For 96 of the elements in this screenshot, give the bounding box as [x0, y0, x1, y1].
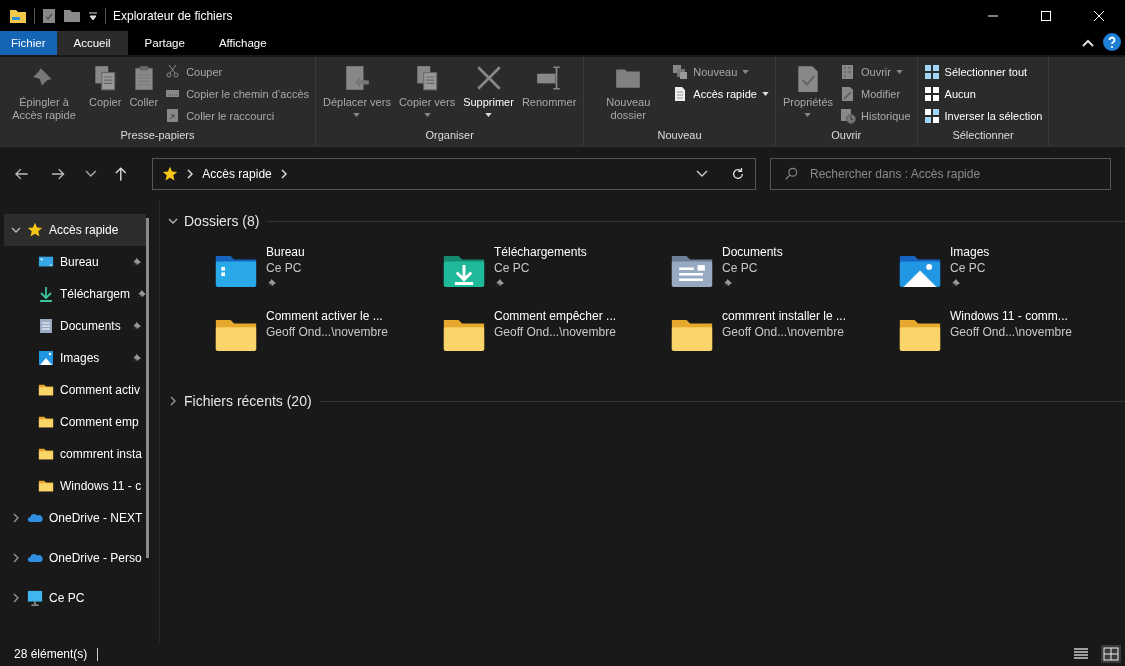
folder-name[interactable]: Images	[950, 244, 990, 260]
help-icon[interactable]	[1103, 32, 1121, 51]
up-icon[interactable]	[112, 165, 129, 182]
monitor-icon	[27, 590, 43, 606]
chevron-icon[interactable]	[280, 168, 287, 179]
pictures-folder-icon	[898, 254, 942, 289]
tree-item[interactable]: OneDrive - Perso	[4, 542, 146, 574]
tree-item[interactable]: Windows 11 - c	[4, 470, 146, 502]
breadcrumb-item[interactable]: Accès rapide	[202, 166, 272, 181]
ribbon-button[interactable]: Accès rapide	[670, 85, 771, 103]
chevron-right-icon[interactable]	[11, 513, 21, 523]
tiles-view-icon[interactable]	[1101, 645, 1121, 663]
folder-name[interactable]: commrent installer le ...	[722, 308, 847, 324]
folder-name[interactable]: Bureau	[266, 244, 305, 260]
group-label: Nouveau	[656, 128, 703, 143]
star-icon	[27, 222, 43, 238]
chevron-down-icon[interactable]	[168, 216, 178, 226]
folder-name[interactable]: Comment empêcher ...	[494, 308, 617, 324]
folder-icon[interactable]	[63, 8, 81, 23]
folder-location: Geoff Ond...\novembre	[494, 324, 616, 340]
section-header[interactable]: Fichiers récents (20)	[168, 393, 312, 409]
star-icon	[162, 165, 179, 182]
file-menu-tab[interactable]: Fichier	[0, 31, 57, 55]
dropdown-icon[interactable]	[88, 10, 98, 21]
chevron-right-icon[interactable]	[11, 553, 21, 563]
group-label: Sélectionner	[951, 128, 1015, 143]
search-field[interactable]: Rechercher dans : Accès rapide	[770, 157, 1111, 190]
collapse-icon[interactable]	[1082, 39, 1094, 47]
ribbon-button[interactable]: Inverser la sélection	[921, 107, 1045, 125]
item-count: 28 élément(s)	[14, 647, 88, 661]
chevron-down-icon[interactable]	[11, 225, 21, 235]
tree-item[interactable]: commrent insta	[4, 438, 146, 470]
tree-item[interactable]: Accès rapide	[4, 214, 146, 246]
folder-name[interactable]: Téléchargements	[494, 244, 587, 260]
ribbon-tab[interactable]: Partage	[127, 31, 202, 55]
scrollbar[interactable]	[146, 218, 149, 558]
folder-name[interactable]: Windows 11 - comm...	[950, 308, 1068, 324]
tree-item[interactable]: Images	[4, 342, 146, 374]
desktop-folder-icon	[214, 254, 258, 289]
grid-icon	[923, 108, 940, 124]
ribbon-button[interactable]: Supprimer	[460, 62, 517, 127]
folder-icon	[38, 414, 54, 430]
chevron-right-icon[interactable]	[11, 593, 21, 603]
documents-folder-icon	[670, 254, 714, 289]
folder-location: Geoff Ond...\novembre	[950, 324, 1072, 340]
scissors-icon	[165, 64, 182, 80]
folder-icon	[38, 446, 54, 462]
grid-icon	[923, 86, 940, 102]
maximize-icon[interactable]	[1040, 9, 1052, 22]
download-folder-icon	[442, 254, 486, 289]
folder-icon	[898, 318, 942, 353]
folder-location: Ce PC	[950, 260, 986, 276]
tree-item[interactable]: Documents	[4, 310, 146, 342]
close-icon[interactable]	[1093, 9, 1105, 22]
refresh-icon[interactable]	[731, 166, 745, 181]
ribbon-tab[interactable]: Accueil	[56, 31, 128, 55]
tree-item[interactable]: Téléchargem	[4, 278, 146, 310]
folder-icon	[442, 318, 486, 353]
folder-location: Geoff Ond...\novembre	[722, 324, 844, 340]
chevron-icon	[187, 168, 194, 179]
ribbon-button[interactable]: Sélectionner tout	[921, 63, 1045, 81]
section-header[interactable]: Dossiers (8)	[168, 213, 260, 229]
recent-dropdown-icon[interactable]	[85, 169, 97, 178]
document-icon	[38, 318, 54, 334]
dropdown-icon[interactable]	[696, 169, 708, 178]
window-title: Explorateur de fichiers	[113, 8, 233, 23]
picture-icon	[38, 350, 54, 366]
folder-icon	[9, 7, 27, 24]
folder-name[interactable]: Documents	[722, 244, 783, 260]
address-bar[interactable]: Accès rapide	[152, 157, 756, 190]
group-label: Ouvrir	[830, 128, 863, 143]
group-label: Organiser	[424, 128, 475, 143]
search-icon	[784, 166, 798, 181]
folder-icon	[670, 318, 714, 353]
group-label: Presse-papiers	[119, 128, 196, 143]
ribbon-tab[interactable]: Affichage	[201, 31, 284, 55]
grid-icon	[923, 64, 940, 80]
folder-icon	[38, 382, 54, 398]
folder-location: Ce PC	[722, 260, 758, 276]
folder-icon	[38, 478, 54, 494]
chevron-right-icon[interactable]	[168, 396, 178, 406]
download-icon	[38, 286, 54, 302]
tree-item[interactable]: OneDrive - NEXT	[4, 502, 146, 534]
history-icon	[840, 108, 857, 124]
folder-location: Ce PC	[266, 260, 302, 276]
tree-item[interactable]: Bureau	[4, 246, 146, 278]
tree-item[interactable]: Comment emp	[4, 406, 146, 438]
tree-item[interactable]: Comment activ	[4, 374, 146, 406]
tree-item[interactable]: Ce PC	[4, 582, 146, 614]
folder-icon	[214, 318, 258, 353]
new-item-icon	[672, 64, 689, 80]
folder-location: Ce PC	[494, 260, 530, 276]
checklist-icon[interactable]	[42, 7, 56, 24]
ribbon-button[interactable]: Aucun	[921, 85, 1045, 103]
folder-name[interactable]: Comment activer le ...	[266, 308, 383, 324]
folder-location: Geoff Ond...\novembre	[266, 324, 388, 340]
